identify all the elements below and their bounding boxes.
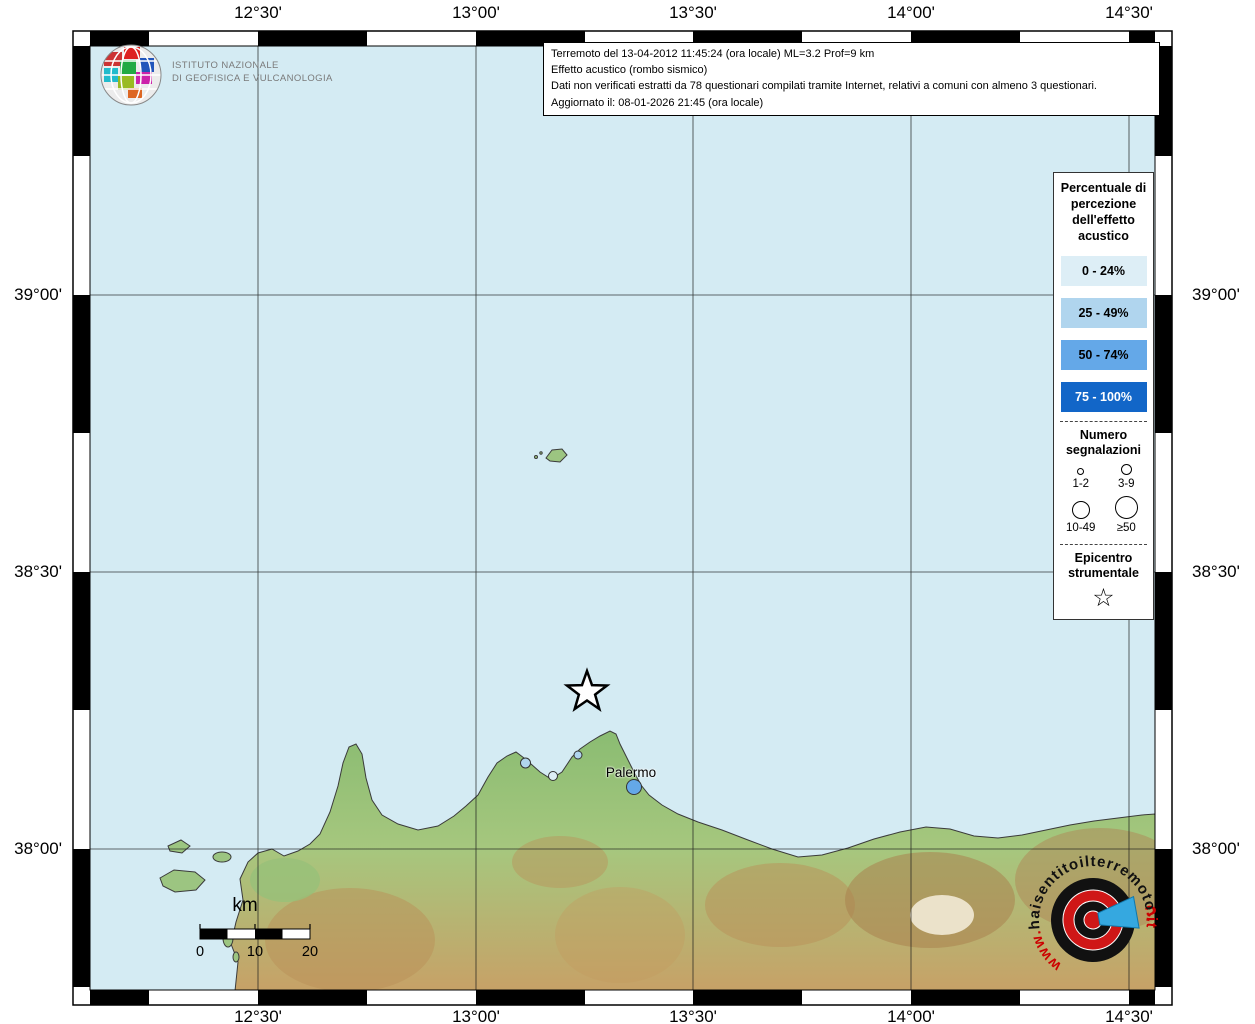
lat-label-right-2: 38°00' (1192, 839, 1240, 859)
report-size-icon-4 (1115, 496, 1138, 519)
report-class-label-3: ≥50 (1117, 521, 1136, 535)
lon-label-top-4: 14°30' (1105, 3, 1153, 23)
lon-label-top-1: 13°00' (452, 3, 500, 23)
island-levanzo (213, 852, 231, 862)
event-info-line-1: Terremoto del 13-04-2012 11:45:24 (ora l… (551, 46, 1152, 62)
report-dot-2 (574, 751, 582, 759)
legend-reports-title: Numero segnalazioni (1058, 428, 1149, 458)
lon-label-bottom-0: 12°30' (234, 1007, 282, 1024)
legend-bin-3: 75 - 100% (1061, 382, 1147, 412)
lat-label-right-1: 38°30' (1192, 562, 1240, 582)
report-class-0: 1-2 (1058, 464, 1104, 491)
ingv-name-line1: ISTITUTO NAZIONALE (172, 60, 279, 71)
lat-label-left-0: 39°00' (0, 285, 62, 305)
legend-epicenter-title: Epicentro strumentale (1058, 551, 1149, 581)
report-dot-palermo (627, 780, 642, 795)
report-size-icon-3 (1072, 501, 1090, 519)
report-class-label-0: 1-2 (1072, 477, 1089, 491)
scale-tick-2: 20 (302, 944, 318, 960)
epicenter-star-symbol: ☆ (1058, 585, 1149, 611)
event-info-line-4: Aggiornato il: 08-01-2026 21:45 (ora loc… (551, 95, 1152, 111)
islet-near-ustica (535, 456, 538, 459)
lat-label-right-0: 39°00' (1192, 285, 1240, 305)
report-size-icon-2 (1121, 464, 1132, 475)
legend-panel: Percentuale di percezione dell'effetto a… (1053, 172, 1154, 620)
report-dot-0 (521, 758, 531, 768)
city-label-palermo: Palermo (606, 765, 656, 780)
lon-label-top-2: 13°30' (669, 3, 717, 23)
lon-label-bottom-3: 14°00' (887, 1007, 935, 1024)
lat-label-left-1: 38°30' (0, 562, 62, 582)
ingv-logo-globe-icon (101, 45, 161, 105)
report-class-label-2: 10-49 (1066, 521, 1095, 535)
scale-tick-0: 0 (196, 944, 204, 960)
lon-label-top-0: 12°30' (234, 3, 282, 23)
legend-bin-1: 25 - 49% (1061, 298, 1147, 328)
event-info-line-2: Effetto acustico (rombo sismico) (551, 62, 1152, 78)
map-page: ? www.haisentitoilterremoto.it 12°30' 13… (0, 0, 1255, 1024)
lon-label-top-3: 14°00' (887, 3, 935, 23)
legend-bin-0: 0 - 24% (1061, 256, 1147, 286)
legend-bin-2: 50 - 74% (1061, 340, 1147, 370)
lon-label-bottom-1: 13°00' (452, 1007, 500, 1024)
legend-title: Percentuale di percezione dell'effetto a… (1058, 180, 1149, 244)
report-size-icon-1 (1077, 468, 1084, 475)
scale-tick-1: 10 (247, 944, 263, 960)
report-size-key: 1-2 3-9 10-49 ≥50 (1058, 464, 1149, 535)
report-class-label-1: 3-9 (1118, 477, 1135, 491)
report-class-3: ≥50 (1104, 496, 1150, 535)
lon-label-bottom-4: 14°30' (1105, 1007, 1153, 1024)
islet-stagnone-2 (233, 952, 239, 962)
event-info-box: Terremoto del 13-04-2012 11:45:24 (ora l… (543, 42, 1160, 116)
report-class-1: 3-9 (1104, 464, 1150, 491)
lat-label-left-2: 38°00' (0, 839, 62, 859)
event-info-line-3: Dati non verificati estratti da 78 quest… (551, 78, 1152, 94)
legend-separator-2 (1060, 544, 1147, 545)
report-class-2: 10-49 (1058, 496, 1104, 535)
legend-separator-1 (1060, 421, 1147, 422)
lon-label-bottom-2: 13°30' (669, 1007, 717, 1024)
scale-km-label: km (232, 895, 257, 917)
report-dot-1 (549, 772, 558, 781)
ingv-name-line2: DI GEOFISICA E VULCANOLOGIA (172, 73, 333, 84)
islet-near-ustica-2 (540, 452, 542, 454)
